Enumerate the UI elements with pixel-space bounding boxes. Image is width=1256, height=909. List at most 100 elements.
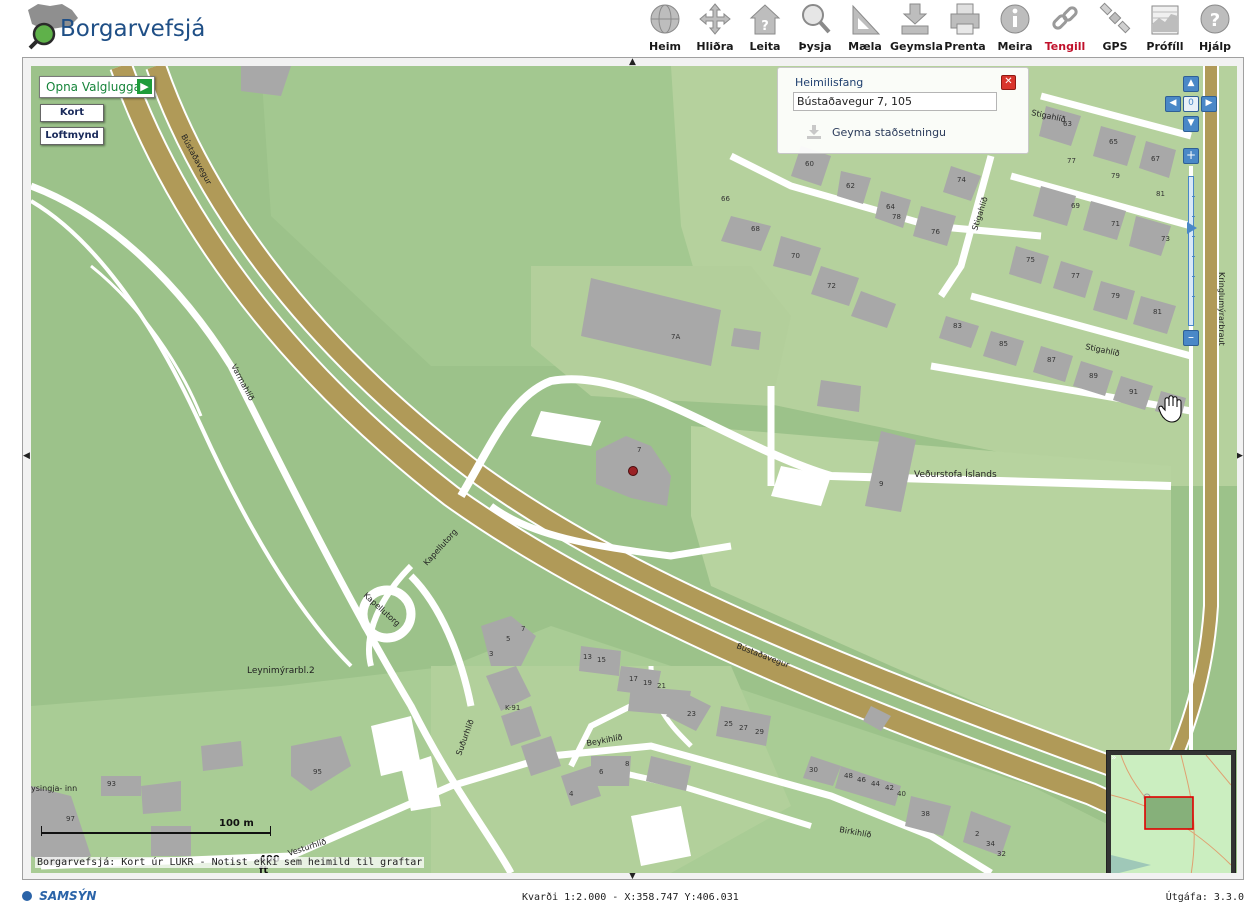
pan-up-button[interactable]: ▲ bbox=[1183, 76, 1199, 92]
house-number: 42 bbox=[885, 784, 894, 792]
house-number: 7 bbox=[521, 625, 525, 633]
zoom-in-button[interactable]: + bbox=[1183, 148, 1199, 164]
zoom-tick bbox=[1192, 256, 1195, 257]
map-frame: ▲ ▼ ◀ ▶ Bústaðavegur Bústaðavegur Kringl… bbox=[22, 57, 1244, 881]
address-label: Heimilisfang bbox=[795, 76, 864, 89]
house-number: 9 bbox=[879, 480, 883, 488]
house-number: 46 bbox=[857, 776, 866, 784]
app-logo[interactable]: Borgarvefsjá bbox=[24, 2, 205, 52]
app-title: Borgarvefsjá bbox=[60, 16, 206, 42]
zoom-tick bbox=[1192, 236, 1195, 237]
toolbar-home-button[interactable]: Heim bbox=[640, 2, 690, 54]
house-number: 74 bbox=[957, 176, 966, 184]
close-icon[interactable]: ✕ bbox=[1001, 75, 1016, 90]
house-number: 7 bbox=[637, 446, 641, 454]
printer-icon bbox=[950, 3, 980, 35]
house-number: 91 bbox=[1129, 388, 1138, 396]
scale-tick bbox=[270, 826, 271, 836]
maptype-kort-button[interactable]: Kort bbox=[40, 104, 104, 122]
reset-view-button[interactable]: 0 bbox=[1183, 96, 1199, 112]
house-number: 79 bbox=[1111, 292, 1120, 300]
house-number: 6 bbox=[599, 768, 604, 776]
house-number: 68 bbox=[751, 225, 760, 233]
maptype-loftmynd-button[interactable]: Loftmynd bbox=[40, 127, 104, 145]
toolbar-search-button[interactable]: ? Leita bbox=[740, 2, 790, 54]
scale-coordinates-readout: Kvarði 1:2.000 - X:358.747 Y:406.031 bbox=[522, 892, 739, 903]
pan-east-arrow-icon[interactable]: ▶ bbox=[1236, 452, 1243, 461]
house-number: 60 bbox=[805, 160, 814, 168]
house-number: 73 bbox=[1161, 235, 1170, 243]
satellite-icon bbox=[1099, 2, 1131, 34]
pan-right-button[interactable]: ▶ bbox=[1201, 96, 1217, 112]
house-question-icon: ? bbox=[749, 4, 781, 35]
house-number: 78 bbox=[892, 213, 901, 221]
pan-west-arrow-icon[interactable]: ◀ bbox=[23, 452, 30, 461]
scale-meters: 100 m bbox=[219, 818, 254, 829]
map-canvas[interactable]: Bústaðavegur Bústaðavegur Kringlumýrarbr… bbox=[31, 66, 1237, 873]
house-number: 70 bbox=[791, 252, 800, 260]
toolbar-zoom-button[interactable]: Þysja bbox=[790, 2, 840, 54]
house-number: 64 bbox=[886, 203, 895, 211]
pan-south-arrow-icon[interactable]: ▼ bbox=[629, 872, 636, 881]
house-number: 4 bbox=[569, 790, 574, 798]
pan-down-button[interactable]: ▼ bbox=[1183, 116, 1199, 132]
toolbar-help-button[interactable]: ? Hjálp bbox=[1190, 2, 1240, 54]
zoom-slider-track[interactable] bbox=[1188, 176, 1194, 326]
house-number: 83 bbox=[953, 322, 962, 330]
label-kringlumyrarbraut: Kringlumýrarbraut bbox=[1217, 272, 1226, 346]
house-number: 40 bbox=[897, 790, 906, 798]
house-number: 44 bbox=[871, 780, 880, 788]
toolbar-gps-button[interactable]: GPS bbox=[1090, 2, 1140, 54]
label-leynimyrar: Leynimýrarbl.2 bbox=[247, 666, 315, 676]
house-number: 23 bbox=[687, 710, 696, 718]
house-number: 62 bbox=[846, 182, 855, 190]
house-number: 21 bbox=[657, 682, 666, 690]
house-number: 87 bbox=[1047, 356, 1056, 364]
toolbar-print-button[interactable]: Prenta bbox=[940, 2, 990, 54]
house-number: 95 bbox=[313, 768, 322, 776]
toolbar-link-button[interactable]: Tengill bbox=[1040, 2, 1090, 54]
map-credit: Borgarvefsjá: Kort úr LUKR - Notist ekki… bbox=[35, 857, 425, 868]
zoom-slider-handle[interactable] bbox=[1187, 222, 1197, 234]
toolbar-storage-button[interactable]: Geymsla bbox=[890, 2, 943, 54]
help-question-icon: ? bbox=[1200, 4, 1230, 34]
house-number: 13 bbox=[583, 653, 592, 661]
house-number: 32 bbox=[997, 850, 1006, 858]
overview-map[interactable]: » bbox=[1106, 750, 1236, 873]
toolbar-pan-button[interactable]: Hliðra bbox=[690, 2, 740, 54]
house-number: 67 bbox=[1151, 155, 1160, 163]
collapse-overview-icon[interactable]: » bbox=[1111, 753, 1117, 763]
house-number: 30 bbox=[809, 766, 818, 774]
house-number: 2 bbox=[975, 830, 979, 838]
house-number: 5 bbox=[506, 635, 510, 643]
toolbar-more-button[interactable]: Meira bbox=[990, 2, 1040, 54]
app-footer: SAMSÝN Kvarði 1:2.000 - X:358.747 Y:406.… bbox=[0, 884, 1256, 909]
house-number: 3 bbox=[489, 650, 493, 658]
overview-map-canvas bbox=[1111, 755, 1231, 873]
toolbar-profile-button[interactable]: Prófíll bbox=[1140, 2, 1190, 54]
save-location-button[interactable]: Geyma staðsetningu bbox=[807, 125, 946, 139]
move-arrows-icon bbox=[699, 3, 731, 35]
address-panel: Heimilisfang ✕ Geyma staðsetningu bbox=[777, 67, 1029, 154]
house-number: 77 bbox=[1071, 272, 1080, 280]
profile-chart-icon bbox=[1151, 5, 1179, 35]
house-number: 65 bbox=[1109, 138, 1118, 146]
house-number: 79 bbox=[1111, 172, 1120, 180]
pan-left-button[interactable]: ◀ bbox=[1165, 96, 1181, 112]
zoom-tick bbox=[1192, 196, 1195, 197]
svg-text:?: ? bbox=[1210, 10, 1220, 31]
house-number: 63 bbox=[1063, 120, 1072, 128]
label-ysingja: ysingja- inn bbox=[31, 784, 77, 793]
open-selection-panel-button[interactable]: Opna Valglugga ▶ bbox=[39, 76, 155, 98]
download-icon bbox=[807, 125, 821, 139]
house-number: 25 bbox=[724, 720, 733, 728]
address-input[interactable] bbox=[793, 92, 997, 111]
house-number: 34 bbox=[986, 840, 995, 848]
zoom-out-button[interactable]: – bbox=[1183, 330, 1199, 346]
house-number: 81 bbox=[1153, 308, 1162, 316]
version-label: Útgáfa: 3.3.0 bbox=[1165, 892, 1244, 903]
toolbar-measure-button[interactable]: Mæla bbox=[840, 2, 890, 54]
house-number: 89 bbox=[1089, 372, 1098, 380]
house-number: 15 bbox=[597, 656, 606, 664]
house-number: 19 bbox=[643, 679, 652, 687]
